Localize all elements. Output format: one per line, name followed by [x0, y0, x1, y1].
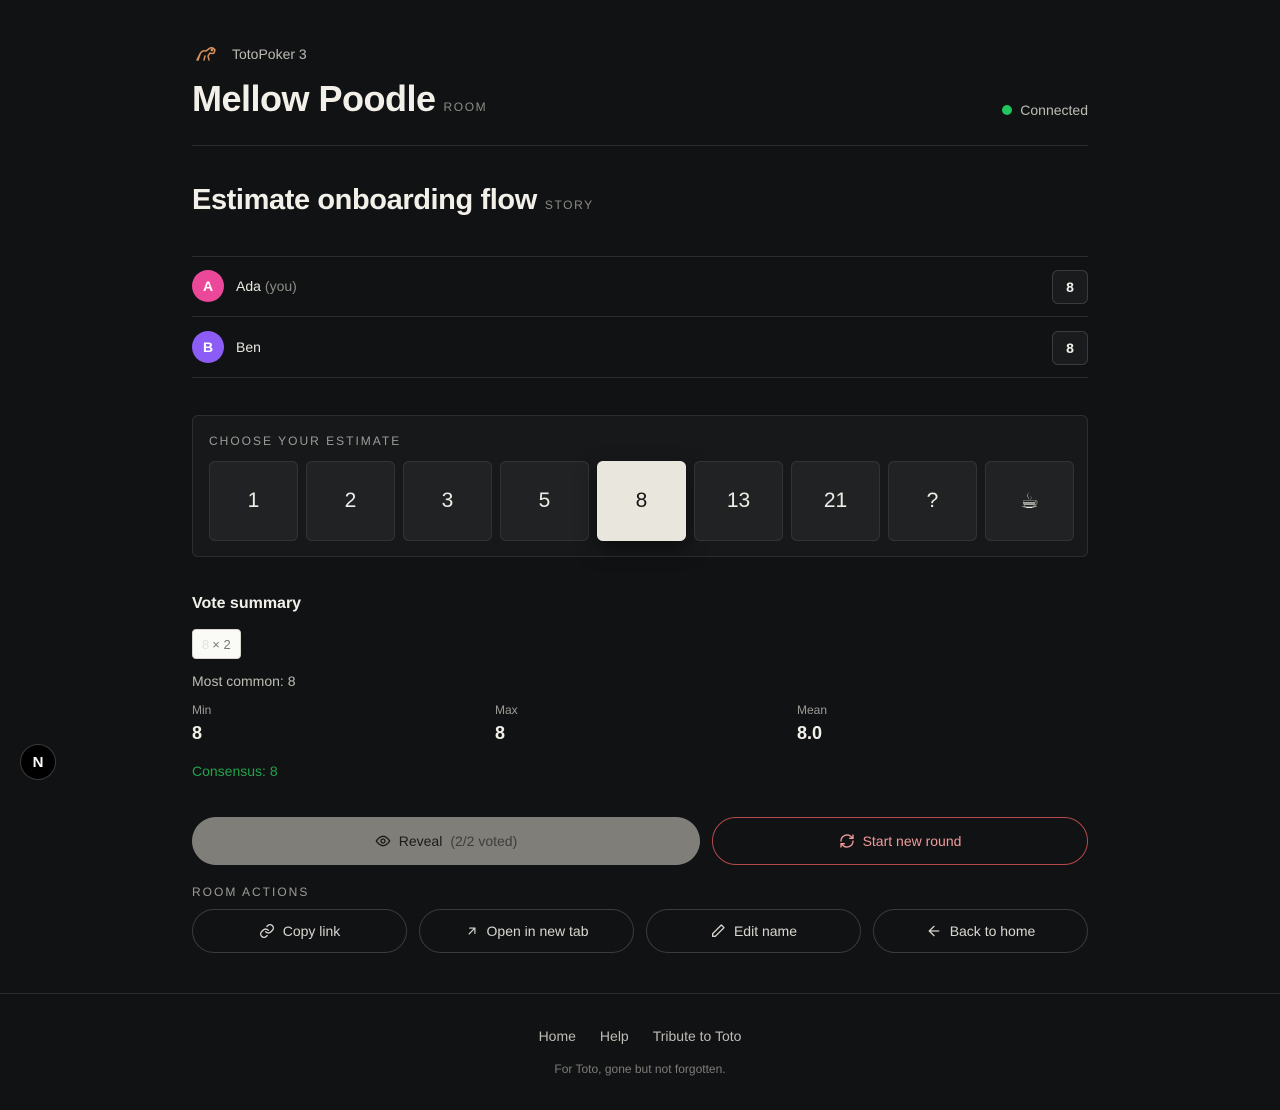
eye-icon [375, 833, 391, 849]
footer-link-help[interactable]: Help [600, 1028, 629, 1044]
estimate-card-unknown[interactable]: ? [888, 461, 977, 541]
stat-mean-value: 8.0 [797, 723, 823, 743]
back-to-home-label: Back to home [949, 923, 1036, 939]
page: TotoPoker 3 Mellow Poodle ROOM Connected… [0, 0, 1280, 1110]
copy-link-button[interactable]: Copy link [192, 909, 407, 953]
start-new-round-button[interactable]: Start new round [712, 817, 1088, 865]
footer-link-home[interactable]: Home [539, 1028, 576, 1044]
arrow-left-icon [926, 923, 942, 939]
stat-max-label: Max [495, 703, 518, 717]
most-common: Most common: 8 [192, 673, 296, 689]
player-list: A Ada (you) 8 B Ben 8 [192, 256, 1088, 378]
arrow-up-right-icon [465, 924, 479, 938]
estimate-card-13[interactable]: 13 [694, 461, 783, 541]
estimate-cards: 1 2 3 5 8 13 21 ? ☕ [209, 461, 1074, 541]
chip-value: 8 [202, 636, 210, 652]
connection-status-label: Connected [1020, 102, 1088, 118]
dev-tools-badge[interactable]: N [20, 744, 56, 780]
player-you-label: (you) [264, 278, 297, 294]
estimate-card-2[interactable]: 2 [306, 461, 395, 541]
stat-max: Max 8 [495, 703, 518, 744]
chip-count: × 2 [212, 636, 231, 652]
vote-summary-chip: 8 × 2 [192, 629, 241, 659]
stat-min-label: Min [192, 703, 212, 717]
header-divider [192, 145, 1088, 146]
avatar: B [192, 331, 224, 363]
room-actions-label: ROOM ACTIONS [192, 885, 310, 899]
room-header: Mellow Poodle ROOM [192, 78, 487, 120]
room-title: Mellow Poodle [192, 78, 436, 119]
copy-link-label: Copy link [282, 923, 341, 939]
player-row: B Ben 8 [192, 317, 1088, 378]
refresh-icon [839, 833, 855, 849]
connection-status: Connected [1002, 102, 1088, 118]
vote-summary-title: Vote summary [192, 595, 302, 612]
footer-link-tribute[interactable]: Tribute to Toto [653, 1028, 742, 1044]
status-dot-icon [1002, 105, 1013, 115]
footer: Home Help Tribute to Toto For Toto, gone… [0, 994, 1280, 1110]
brand[interactable]: TotoPoker 3 [192, 42, 307, 66]
stat-max-value: 8 [495, 723, 506, 743]
estimate-panel: CHOOSE YOUR ESTIMATE 1 2 3 5 8 13 21 ? ☕ [192, 415, 1088, 557]
player-name: Ada [236, 278, 261, 294]
reveal-button[interactable]: Reveal (2/2 voted) [192, 817, 700, 865]
estimate-card-5[interactable]: 5 [500, 461, 589, 541]
consensus-text: Consensus: 8 [192, 763, 278, 779]
pencil-icon [710, 923, 726, 939]
open-new-tab-button[interactable]: Open in new tab [419, 909, 634, 953]
start-new-round-label: Start new round [862, 833, 962, 849]
player-name: Ben [236, 339, 261, 355]
player-vote: 8 [1052, 270, 1088, 304]
stat-mean-label: Mean [797, 703, 828, 717]
open-new-tab-label: Open in new tab [486, 923, 589, 939]
estimate-card-1[interactable]: 1 [209, 461, 298, 541]
avatar: A [192, 270, 224, 302]
room-tag: ROOM [443, 100, 488, 114]
player-vote: 8 [1052, 331, 1088, 365]
footer-links: Home Help Tribute to Toto [0, 1028, 1280, 1044]
stat-min-value: 8 [192, 723, 203, 743]
estimate-label: CHOOSE YOUR ESTIMATE [209, 434, 402, 448]
reveal-count: (2/2 voted) [450, 833, 518, 849]
player-row: A Ada (you) 8 [192, 256, 1088, 317]
link-icon [259, 923, 275, 939]
reveal-label: Reveal [398, 833, 443, 849]
room-actions: Copy link Open in new tab Edit name Back… [192, 909, 1088, 953]
story-header: Estimate onboarding flow STORY [192, 182, 594, 218]
estimate-card-3[interactable]: 3 [403, 461, 492, 541]
edit-name-button[interactable]: Edit name [646, 909, 861, 953]
edit-name-label: Edit name [733, 923, 798, 939]
stat-mean: Mean 8.0 [797, 703, 827, 744]
story-title: Estimate onboarding flow [192, 184, 537, 216]
brand-name: TotoPoker 3 [232, 46, 307, 62]
dog-icon [192, 42, 220, 66]
estimate-card-coffee[interactable]: ☕ [985, 461, 1074, 541]
estimate-card-21[interactable]: 21 [791, 461, 880, 541]
stat-min: Min 8 [192, 703, 211, 744]
footer-note: For Toto, gone but not forgotten. [554, 1062, 726, 1076]
estimate-card-8[interactable]: 8 [597, 461, 686, 541]
story-tag: STORY [544, 198, 594, 212]
back-to-home-button[interactable]: Back to home [873, 909, 1088, 953]
